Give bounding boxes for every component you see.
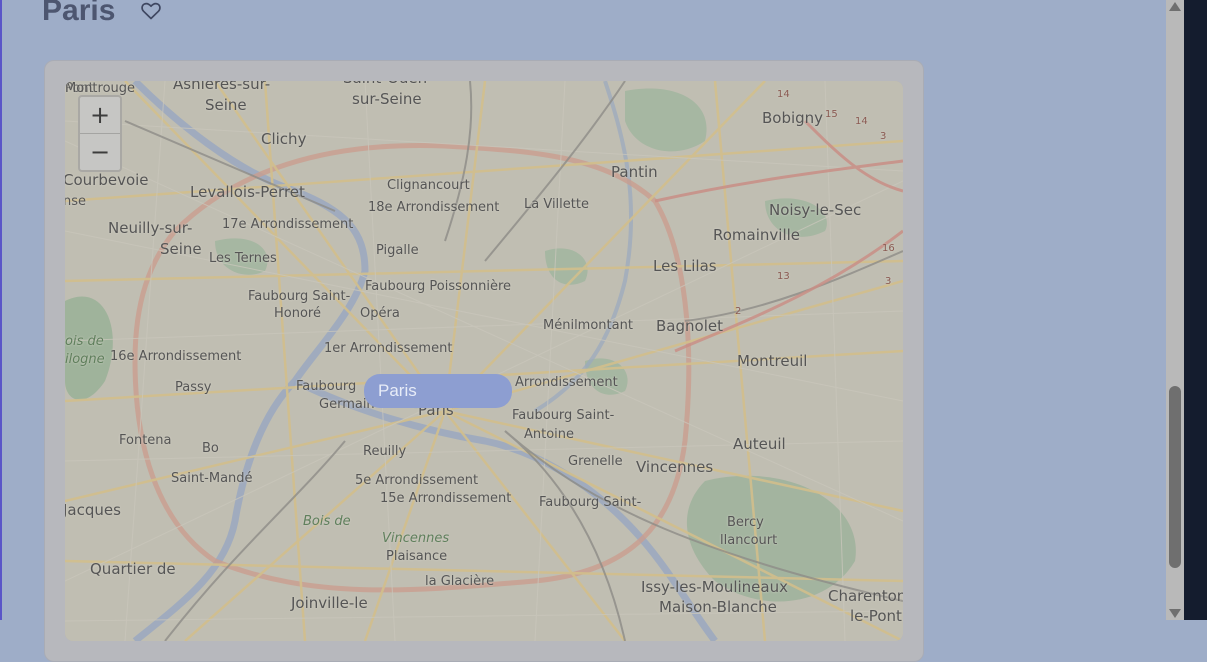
map-place-label: sur-Seine: [352, 90, 422, 108]
map-place-label: Arrondissement: [515, 375, 618, 390]
map-place-label: Courbevoie: [65, 171, 149, 189]
map-place-label: Ménilmontant: [543, 318, 633, 333]
map-place-label: Reuilly: [363, 444, 407, 459]
map-place-label: Saint-Ouen: [343, 81, 427, 87]
map-place-label: Pantin: [611, 163, 658, 181]
map-place-label: Seine: [160, 240, 202, 258]
map-place-label: Quartier de: [90, 560, 176, 578]
map-place-label: Bagnolet: [656, 317, 723, 335]
road-number-label: 14: [855, 116, 868, 127]
map-place-label: Faubourg Saint-: [512, 408, 615, 423]
map-place-label: Clichy: [261, 130, 307, 148]
road-number-label: 14: [777, 89, 790, 100]
map-place-label: Vincennes: [636, 458, 714, 476]
zoom-in-button[interactable]: +: [80, 97, 120, 133]
road-number-label: 3: [880, 131, 887, 142]
map-place-label: Seine: [205, 96, 247, 114]
map-place-label: Jacques: [65, 501, 121, 519]
city-popup[interactable]: Paris: [364, 374, 512, 408]
scroll-thumb[interactable]: [1169, 386, 1181, 568]
map-place-label: Montreuil: [737, 352, 808, 370]
page-background: Paris + − Asnieres-sur- Seine sur-Seine …: [0, 0, 1166, 662]
map-place-label: nse: [65, 194, 87, 209]
map-place-label: Clignancourt: [387, 178, 470, 193]
map-place-label: Faubourg Saint-: [539, 495, 642, 510]
map-place-label: La Villette: [524, 197, 589, 212]
map-place-label: Issy-les-Moulineaux: [641, 578, 788, 596]
map-place-label: Joinville-le: [291, 594, 368, 612]
map-place-label: 17e Arrondissement: [222, 217, 354, 232]
map-place-label: Grenelle: [568, 454, 623, 469]
map-place-label: Charenton-: [828, 587, 903, 605]
road-number-label: 3: [885, 276, 892, 287]
map-place-label: Opéra: [360, 306, 400, 321]
map-place-label: Bo: [202, 441, 219, 456]
map-place-label: ois de: [65, 334, 104, 349]
page-title: Paris: [42, 0, 116, 27]
favorite-button[interactable]: [139, 0, 163, 23]
map-place-label: Montrouge: [65, 81, 136, 96]
map-place-label: 16e Arrondissement: [110, 349, 242, 364]
map-place-label: Asnieres-sur-: [173, 81, 271, 93]
map-place-label: Antoine: [524, 427, 575, 442]
map-view[interactable]: + − Asnieres-sur- Seine Saint-Ouen sur-Sein…: [65, 81, 903, 641]
heart-icon: [141, 2, 162, 20]
map-place-label: 5e Arrondissement: [355, 473, 479, 488]
map-place-label: Levallois-Perret: [190, 183, 305, 201]
map-place-label: Faubourg Saint-: [248, 289, 351, 304]
map-place-label: Les Lilas: [653, 257, 717, 275]
zoom-control: + −: [78, 95, 122, 172]
map-place-label: Saint-Mandé: [171, 471, 253, 486]
map-place-label: 1er Arrondissement: [324, 341, 453, 356]
road-number-label: 13: [777, 271, 790, 282]
window-edge: [1184, 0, 1207, 620]
map-place-label: Faubourg Poissonnière: [365, 279, 512, 294]
road-number-label: 16: [882, 243, 895, 254]
map-place-label: Maison-Blanche: [659, 598, 777, 616]
map-place-label: 15e Arrondissement: [380, 491, 512, 506]
map-place-label: Romainville: [713, 226, 801, 244]
road-number-label: 15: [825, 109, 838, 120]
scroll-down-arrow[interactable]: [1169, 609, 1181, 618]
map-place-label: Faubourg: [296, 379, 357, 394]
map-place-label: Plaisance: [386, 549, 448, 564]
map-place-label: ilogne: [65, 352, 105, 367]
map-card: + − Asnieres-sur- Seine Saint-Ouen sur-Sein…: [44, 60, 924, 662]
scroll-up-arrow[interactable]: [1169, 2, 1181, 11]
map-place-label: 18e Arrondissement: [368, 200, 500, 215]
map-place-label: Vincennes: [382, 531, 450, 546]
map-place-label: Auteuil: [733, 435, 786, 453]
map-place-label: Les Ternes: [209, 251, 277, 266]
map-place-label: llancourt: [720, 533, 778, 548]
map-place-label: Bercy: [727, 515, 764, 530]
zoom-out-button[interactable]: −: [80, 133, 120, 170]
map-place-label: Honoré: [274, 306, 321, 321]
map-place-label: Noisy-le-Sec: [769, 201, 862, 219]
map-place-label: Passy: [175, 380, 212, 395]
vertical-scrollbar[interactable]: [1166, 0, 1184, 620]
map-place-label: la Glacière: [425, 574, 495, 589]
map-place-label: Bois de: [303, 514, 351, 529]
map-place-label: Bobigny: [762, 109, 824, 127]
road-number-label: 2: [735, 306, 742, 317]
map-place-label: Neuilly-sur-: [108, 219, 193, 237]
title-row: Paris: [42, 0, 163, 28]
map-place-label: Pigalle: [376, 243, 419, 258]
map-place-label: Fontena: [119, 433, 172, 448]
map-place-label: le-Pont: [850, 607, 902, 625]
